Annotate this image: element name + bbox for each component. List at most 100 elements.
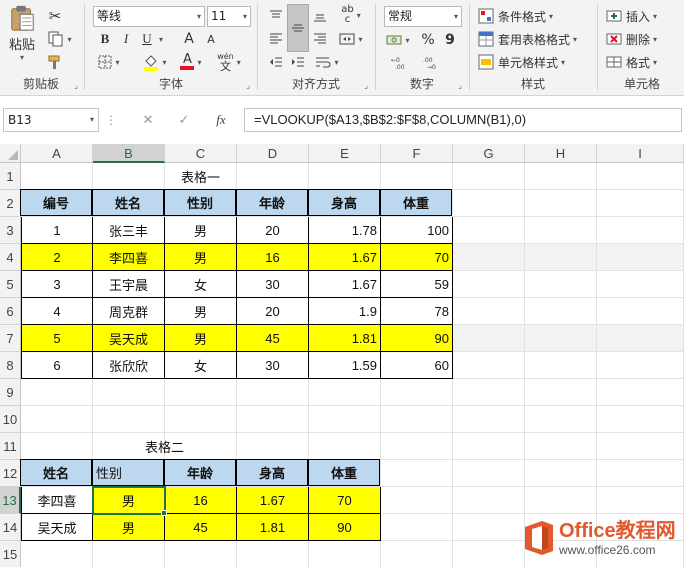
merge-center-button[interactable]: ▾ (334, 29, 368, 49)
table1-cell[interactable]: 16 (237, 244, 309, 271)
grid-cell[interactable] (597, 433, 684, 460)
grid-cell[interactable] (525, 352, 597, 379)
align-top-button[interactable] (266, 6, 286, 26)
grid-cell[interactable] (93, 406, 165, 433)
table1-cell[interactable]: 100 (381, 217, 453, 244)
grid-cell[interactable] (453, 190, 525, 217)
launcher-icon[interactable]: ⌟ (458, 81, 462, 90)
format-painter-button[interactable] (44, 52, 66, 72)
grid-cell[interactable] (525, 244, 597, 271)
table1-cell[interactable]: 78 (381, 298, 453, 325)
column-header-c[interactable]: C (165, 144, 237, 163)
table2-header[interactable]: 年龄 (164, 459, 236, 486)
conditional-formatting-button[interactable]: 条件格式 ▾ (478, 6, 590, 26)
grid-cell[interactable] (21, 541, 93, 567)
table1-cell[interactable]: 王宇晨 (93, 271, 165, 298)
grid-cell[interactable] (453, 514, 525, 541)
formula-input[interactable]: =VLOOKUP($A13,$B$2:$F$8,COLUMN(B1),0) (244, 108, 682, 132)
formula-bar-grip[interactable]: ⋮ (104, 110, 118, 130)
grid-cell[interactable] (165, 379, 237, 406)
table1-header[interactable]: 性别 (164, 189, 236, 216)
table1-cell[interactable]: 张欣欣 (93, 352, 165, 379)
number-format-select[interactable]: 常规 ▾ (384, 6, 462, 27)
delete-button[interactable]: 删除 ▾ (606, 29, 682, 49)
table1-title[interactable]: 表格一 (93, 163, 309, 190)
table2-title[interactable]: 表格二 (93, 433, 237, 460)
grid-cell[interactable] (597, 217, 684, 244)
row-header-1[interactable]: 1 (0, 163, 21, 190)
column-header-a[interactable]: A (21, 144, 93, 163)
grid-cell[interactable] (237, 379, 309, 406)
grid-cell[interactable] (453, 271, 525, 298)
insert-button[interactable]: 插入 ▾ (606, 6, 682, 26)
underline-button[interactable]: U (138, 30, 156, 48)
column-header-d[interactable]: D (237, 144, 309, 163)
table1-cell[interactable]: 男 (165, 325, 237, 352)
table1-cell[interactable]: 1.67 (309, 271, 381, 298)
grid-cell[interactable] (237, 541, 309, 567)
column-header-e[interactable]: E (309, 144, 381, 163)
table1-cell[interactable]: 4 (21, 298, 93, 325)
row-header-7[interactable]: 7 (0, 325, 21, 352)
grid-cell[interactable] (381, 514, 453, 541)
grid-cell[interactable] (381, 379, 453, 406)
grid-cell[interactable] (597, 163, 684, 190)
grid-cell[interactable] (453, 487, 525, 514)
table1-cell[interactable]: 5 (21, 325, 93, 352)
table1-cell[interactable]: 20 (237, 217, 309, 244)
table1-cell[interactable]: 张三丰 (93, 217, 165, 244)
grid-cell[interactable] (309, 163, 381, 190)
grid-cell[interactable] (597, 379, 684, 406)
grid-cell[interactable] (525, 487, 597, 514)
underline-dropdown[interactable]: ▾ (156, 30, 166, 48)
table1-cell[interactable]: 90 (381, 325, 453, 352)
align-middle-button[interactable] (287, 4, 309, 52)
row-header-3[interactable]: 3 (0, 217, 21, 244)
table1-cell[interactable]: 1.9 (309, 298, 381, 325)
table2-cell[interactable]: 45 (165, 514, 237, 541)
grid-cell[interactable] (525, 217, 597, 244)
decrease-decimal-button[interactable]: .00 →0 (420, 53, 446, 73)
grid-cell[interactable] (597, 190, 684, 217)
font-size-select[interactable]: 11 ▾ (207, 6, 251, 27)
grid-cell[interactable] (381, 541, 453, 567)
grid-cell[interactable] (453, 325, 525, 352)
table1-cell[interactable]: 周克群 (93, 298, 165, 325)
grid-cell[interactable] (597, 271, 684, 298)
paste-button[interactable]: 粘贴 ▾ (4, 4, 40, 62)
column-header-g[interactable]: G (453, 144, 525, 163)
orientation-button[interactable]: ab c ▾ (334, 4, 368, 26)
table1-cell[interactable]: 女 (165, 352, 237, 379)
table1-cell[interactable]: 70 (381, 244, 453, 271)
table1-header[interactable]: 编号 (20, 189, 92, 216)
grid-cell[interactable] (381, 406, 453, 433)
row-header-13[interactable]: 13 (0, 487, 21, 514)
grid-cell[interactable] (309, 433, 381, 460)
grid-cell[interactable] (237, 433, 309, 460)
font-color-button[interactable]: A ▾ (176, 53, 206, 71)
table1-header[interactable]: 年龄 (236, 189, 308, 216)
table1-cell[interactable]: 1.78 (309, 217, 381, 244)
table1-cell[interactable]: 30 (237, 352, 309, 379)
copy-button[interactable]: ▾ (44, 29, 76, 49)
table1-cell[interactable]: 1.81 (309, 325, 381, 352)
grid-cell[interactable] (453, 163, 525, 190)
grid-cell[interactable] (453, 433, 525, 460)
table1-cell[interactable]: 1.59 (309, 352, 381, 379)
column-header-f[interactable]: F (381, 144, 453, 163)
table1-cell[interactable]: 吴天成 (93, 325, 165, 352)
grid-cell[interactable] (93, 541, 165, 567)
row-header-11[interactable]: 11 (0, 433, 21, 460)
decrease-indent-button[interactable] (266, 52, 286, 72)
row-header-9[interactable]: 9 (0, 379, 21, 406)
grid-cell[interactable] (525, 163, 597, 190)
grid-cell[interactable] (21, 163, 93, 190)
column-header-b[interactable]: B (93, 144, 165, 163)
format-button[interactable]: 格式 ▾ (606, 52, 682, 72)
grid-cell[interactable] (525, 298, 597, 325)
row-header-4[interactable]: 4 (0, 244, 21, 271)
table1-cell[interactable]: 男 (165, 244, 237, 271)
cut-button[interactable]: ✂ (44, 6, 66, 26)
grid-cell[interactable] (525, 379, 597, 406)
table1-header[interactable]: 体重 (380, 189, 452, 216)
